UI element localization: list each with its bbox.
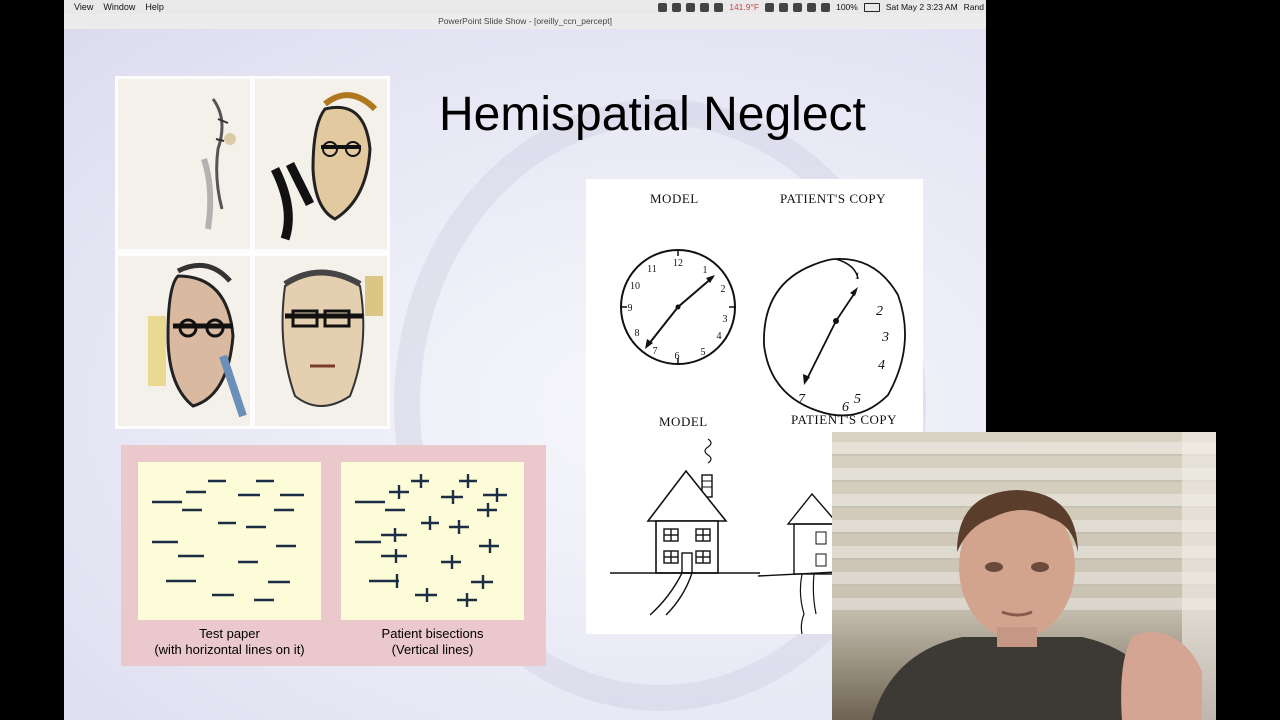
temperature-readout: 141.9°F xyxy=(729,2,760,12)
patient-caption-line1: Patient bisections xyxy=(381,626,484,641)
tray-icons-2 xyxy=(765,2,831,12)
webcam-overlay xyxy=(832,432,1216,720)
menu-bar: View Window Help 141.9°F 100% Sat May 2 … xyxy=(64,0,986,14)
menu-help[interactable]: Help xyxy=(145,2,164,12)
patient-house xyxy=(758,492,838,634)
tray-app-icon[interactable] xyxy=(700,2,710,12)
test-paper-caption: Test paper (with horizontal lines on it) xyxy=(138,626,321,658)
patient-caption-line2: (Vertical lines) xyxy=(391,642,474,657)
status-area: 141.9°F 100% Sat May 2 3:23 AM Rand xyxy=(658,0,984,14)
clock-number-6: 6 xyxy=(675,351,680,362)
clock-number-3: 3 xyxy=(723,314,728,325)
slide-title: Hemispatial Neglect xyxy=(439,88,866,141)
model-house xyxy=(610,438,760,616)
airplay-icon[interactable] xyxy=(779,2,789,12)
clock-number-5: 5 xyxy=(701,347,706,358)
patient-clock: 1 2 3 4 5 6 7 xyxy=(763,258,906,417)
bluetooth-icon[interactable] xyxy=(765,2,775,12)
model-clock: 12 1 2 3 4 5 6 7 8 9 10 11 xyxy=(620,249,736,365)
tray-app-icon[interactable] xyxy=(658,2,668,12)
clock-number-10: 10 xyxy=(630,281,640,292)
battery-readout[interactable]: 100% xyxy=(836,2,858,12)
portrait-2 xyxy=(255,79,387,249)
user-menu[interactable]: Rand xyxy=(964,2,984,12)
copy-number-6: 6 xyxy=(842,400,849,415)
clock-number-1: 1 xyxy=(703,265,708,276)
clock-readout[interactable]: Sat May 2 3:23 AM xyxy=(886,2,958,12)
clock-number-9: 9 xyxy=(628,303,633,314)
clock-number-8: 8 xyxy=(635,328,640,339)
window-title: PowerPoint Slide Show - [oreilly_ccn_per… xyxy=(64,14,986,30)
portrait-4 xyxy=(255,256,387,426)
copy-number-4: 4 xyxy=(878,358,885,373)
presenter-video xyxy=(872,432,1216,720)
model-label-bottom: MODEL xyxy=(659,414,708,429)
self-portraits-image xyxy=(115,76,390,429)
tray-icons xyxy=(658,2,724,12)
clock-number-7: 7 xyxy=(653,346,658,357)
menu-window[interactable]: Window xyxy=(103,2,135,12)
clock-number-11: 11 xyxy=(647,264,657,275)
test-paper-caption-line1: Test paper xyxy=(199,626,260,641)
time-machine-icon[interactable] xyxy=(793,2,803,12)
clock-number-4: 4 xyxy=(717,331,722,342)
volume-icon[interactable] xyxy=(821,2,831,12)
tray-app-icon[interactable] xyxy=(672,2,682,12)
portrait-3 xyxy=(118,256,250,426)
test-paper xyxy=(138,462,321,620)
menu-view[interactable]: View xyxy=(74,2,93,12)
clock-number-2: 2 xyxy=(721,284,726,295)
patient-bisections-caption: Patient bisections (Vertical lines) xyxy=(341,626,524,658)
portrait-1 xyxy=(118,79,250,249)
test-paper-caption-line2: (with horizontal lines on it) xyxy=(154,642,305,657)
copy-number-3: 3 xyxy=(881,330,889,345)
copy-number-7: 7 xyxy=(798,392,806,407)
patient-bisections-paper xyxy=(341,462,524,620)
copy-number-5: 5 xyxy=(854,392,861,407)
line-bisection-figure: Test paper (with horizontal lines on it)… xyxy=(121,445,546,666)
model-label-top: MODEL xyxy=(650,191,699,206)
patient-copy-label-top: PATIENT'S COPY xyxy=(780,191,887,206)
copy-number-2: 2 xyxy=(876,304,883,319)
wifi-icon[interactable] xyxy=(807,2,817,12)
battery-icon[interactable] xyxy=(863,2,880,12)
tray-app-icon[interactable] xyxy=(714,2,724,12)
copy-number-1: 1 xyxy=(855,271,860,281)
dropbox-icon[interactable] xyxy=(686,2,696,12)
clock-number-12: 12 xyxy=(673,258,683,269)
